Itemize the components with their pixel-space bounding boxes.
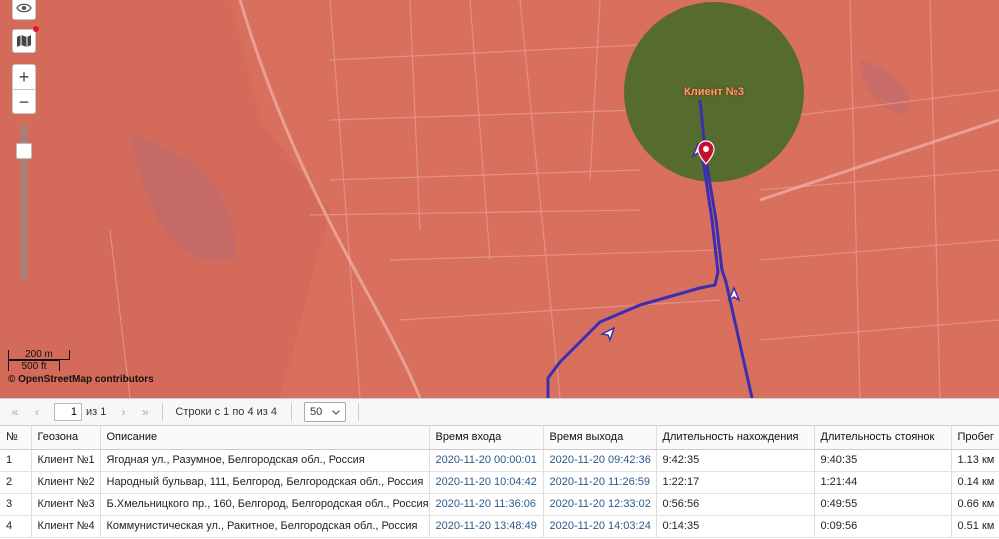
visibility-toggle-button[interactable]	[12, 0, 36, 20]
map-layers-button[interactable]	[12, 26, 39, 53]
column-header-mileage[interactable]: Пробег	[951, 426, 999, 450]
cell-description: Ягодная ул., Разумное, Белгородская обл.…	[100, 449, 430, 472]
pager-toolbar: « ‹ из 1 › » Строки с 1 по 4 из 4 50	[0, 398, 999, 426]
cell-duration: 9:42:35	[656, 449, 815, 472]
zoom-control: + −	[12, 64, 36, 114]
cell-description: Коммунистическая ул., Ракитное, Белгород…	[100, 515, 430, 538]
rows-per-page-select[interactable]: 50	[304, 402, 347, 422]
cell-stop-duration: 0:49:55	[814, 493, 952, 516]
chevron-down-icon	[332, 409, 340, 415]
cell-geozone: Клиент №3	[31, 493, 101, 516]
cell-geozone: Клиент №1	[31, 449, 101, 472]
cell-entry-time-link[interactable]: 2020-11-20 00:00:01	[429, 449, 544, 472]
prev-page-button[interactable]: ‹	[26, 405, 48, 419]
cell-mileage: 0.51 км	[951, 515, 999, 538]
page-count-label: из 1	[86, 406, 107, 418]
cell-description: Б.Хмельницкого пр., 160, Белгород, Белго…	[100, 493, 430, 516]
column-header-duration[interactable]: Длительность нахождения	[656, 426, 815, 450]
table-row[interactable]: 2 Клиент №2 Народный бульвар, 111, Белго…	[0, 471, 999, 494]
eye-icon	[16, 3, 32, 13]
cell-exit-time-link[interactable]: 2020-11-20 12:33:02	[543, 493, 657, 516]
cell-number: 2	[0, 471, 32, 494]
cell-mileage: 0.66 км	[951, 493, 999, 516]
cell-geozone: Клиент №2	[31, 471, 101, 494]
scale-imperial: 500 ft	[8, 360, 60, 372]
cell-number: 1	[0, 449, 32, 472]
cell-mileage: 1.13 км	[951, 449, 999, 472]
cell-duration: 0:14:35	[656, 515, 815, 538]
cell-duration: 1:22:17	[656, 471, 815, 494]
cell-number: 4	[0, 515, 32, 538]
cell-exit-time-link[interactable]: 2020-11-20 14:03:24	[543, 515, 657, 538]
column-header-description[interactable]: Описание	[100, 426, 430, 450]
column-header-stop-duration[interactable]: Длительность стоянок	[814, 426, 952, 450]
rows-info-label: Строки с 1 по 4 из 4	[175, 406, 278, 418]
cell-mileage: 0.14 км	[951, 471, 999, 494]
cell-exit-time-link[interactable]: 2020-11-20 11:26:59	[543, 471, 657, 494]
map-attribution[interactable]: © OpenStreetMap contributors	[8, 374, 154, 385]
page-number-input[interactable]	[54, 403, 82, 421]
first-page-button[interactable]: «	[4, 405, 26, 419]
zoom-out-button[interactable]: −	[13, 89, 35, 113]
scale-metric: 200 m	[8, 350, 70, 360]
cell-geozone: Клиент №4	[31, 515, 101, 538]
cell-entry-time-link[interactable]: 2020-11-20 10:04:42	[429, 471, 544, 494]
column-header-entry-time[interactable]: Время входа	[429, 426, 544, 450]
table-row[interactable]: 1 Клиент №1 Ягодная ул., Разумное, Белго…	[0, 449, 999, 472]
toolbar-divider	[162, 403, 164, 421]
map-layers-icon	[17, 35, 31, 47]
map-view[interactable]: Клиент №3 + − 200 m 500 ft © OpenStreetM…	[0, 0, 999, 398]
cell-exit-time-link[interactable]: 2020-11-20 09:42:36	[543, 449, 657, 472]
toolbar-divider	[291, 403, 293, 421]
table-row[interactable]: 4 Клиент №4 Коммунистическая ул., Ракитн…	[0, 515, 999, 538]
column-header-geozone[interactable]: Геозона	[31, 426, 101, 450]
cell-number: 3	[0, 493, 32, 516]
zoom-slider-handle[interactable]	[16, 143, 32, 159]
toolbar-divider	[358, 403, 360, 421]
notification-dot	[33, 26, 39, 32]
geozone-report-table: № Геозона Описание Время входа Время вых…	[0, 426, 999, 538]
zoom-in-button[interactable]: +	[13, 65, 35, 89]
column-header-number[interactable]: №	[0, 426, 32, 450]
cell-description: Народный бульвар, 111, Белгород, Белгоро…	[100, 471, 430, 494]
table-header-row: № Геозона Описание Время входа Время вых…	[0, 426, 999, 450]
cell-stop-duration: 1:21:44	[814, 471, 952, 494]
map-canvas[interactable]	[0, 0, 999, 398]
scale-bar: 200 m 500 ft	[8, 350, 70, 372]
next-page-button[interactable]: ›	[112, 405, 134, 419]
cell-stop-duration: 9:40:35	[814, 449, 952, 472]
table-row[interactable]: 3 Клиент №3 Б.Хмельницкого пр., 160, Бел…	[0, 493, 999, 516]
last-page-button[interactable]: »	[134, 405, 156, 419]
cell-entry-time-link[interactable]: 2020-11-20 11:36:06	[429, 493, 544, 516]
rows-per-page-value: 50	[310, 406, 323, 418]
cell-entry-time-link[interactable]: 2020-11-20 13:48:49	[429, 515, 544, 538]
column-header-exit-time[interactable]: Время выхода	[543, 426, 657, 450]
cell-stop-duration: 0:09:56	[814, 515, 952, 538]
geozone-label: Клиент №3	[684, 86, 745, 98]
cell-duration: 0:56:56	[656, 493, 815, 516]
